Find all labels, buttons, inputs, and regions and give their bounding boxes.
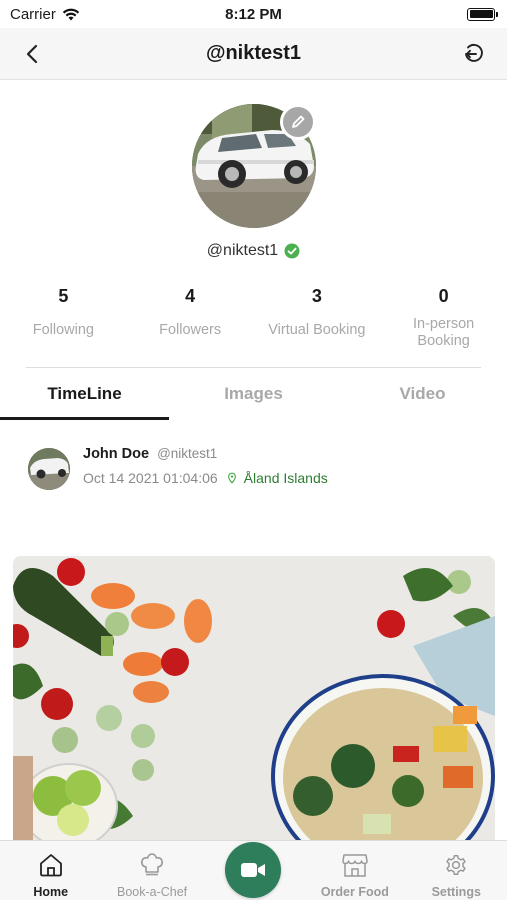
profile-tabs: TimeLine Images Video — [0, 368, 507, 420]
page-title: @niktest1 — [205, 42, 302, 64]
post-author-line: John Doe @niktest1 — [83, 446, 328, 462]
status-time: 8:12 PM — [225, 5, 282, 23]
video-call-button[interactable] — [225, 842, 281, 898]
stat-label: Virtual Booking — [268, 322, 366, 338]
profile-handle: @niktest1 — [206, 242, 279, 259]
post-header: John Doe @niktest1 Oct 14 2021 01:04:06 … — [28, 446, 328, 490]
post-author-username: @niktest1 — [157, 446, 218, 461]
stat-value: 0 — [438, 286, 449, 306]
gear-icon — [442, 851, 470, 879]
battery-icon — [467, 7, 498, 21]
tabbar-label: Order Food — [320, 885, 389, 899]
chef-hat-icon — [138, 851, 166, 879]
edit-avatar-button[interactable] — [280, 104, 316, 140]
tabbar-label: Home — [33, 885, 69, 899]
tabbar-label: Book-a-Chef — [116, 885, 188, 899]
post-timestamp: Oct 14 2021 01:04:06 — [83, 470, 218, 486]
tabbar-settings[interactable]: Settings — [406, 841, 507, 900]
stat-label: In-person Booking — [412, 316, 475, 349]
tabbar-home[interactable]: Home — [0, 841, 101, 900]
tab-video[interactable]: Video — [338, 368, 507, 420]
store-icon — [341, 851, 369, 879]
tab-images[interactable]: Images — [169, 368, 338, 420]
stat-label: Following — [32, 322, 94, 338]
stat-label: Followers — [159, 322, 222, 338]
pencil-icon — [292, 115, 305, 128]
stat-followers[interactable]: 4 Followers — [127, 284, 254, 350]
post-author-avatar[interactable] — [28, 448, 70, 490]
post-location[interactable]: Åland Islands — [244, 470, 328, 486]
stat-in-person-booking[interactable]: 0 In-person Booking — [380, 284, 507, 350]
tab-timeline[interactable]: TimeLine — [0, 368, 169, 420]
profile-handle-row: @niktest1 — [0, 242, 507, 260]
stat-value: 4 — [185, 286, 196, 306]
post-image[interactable] — [13, 556, 495, 846]
profile-stats: 5 Following 4 Followers 3 Virtual Bookin… — [0, 284, 507, 350]
logout-icon — [465, 43, 483, 62]
verified-icon — [284, 243, 300, 259]
stat-virtual-booking[interactable]: 3 Virtual Booking — [254, 284, 381, 350]
stat-value: 3 — [311, 286, 322, 306]
tabbar-order-food[interactable]: Order Food — [304, 841, 405, 900]
stat-value: 5 — [58, 286, 69, 306]
food-photo — [13, 556, 495, 846]
nav-header: @niktest1 — [0, 28, 507, 80]
chevron-left-icon — [26, 44, 38, 64]
video-camera-icon — [241, 863, 265, 877]
profile-avatar-container — [192, 104, 316, 228]
tabbar-label: Settings — [431, 885, 481, 899]
stat-following[interactable]: 5 Following — [0, 284, 127, 350]
location-pin-icon — [227, 472, 236, 484]
post-meta: John Doe @niktest1 Oct 14 2021 01:04:06 … — [83, 446, 328, 486]
status-bar: Carrier 8:12 PM — [0, 0, 507, 28]
logout-button[interactable] — [459, 40, 487, 68]
tabbar-book-a-chef[interactable]: Book-a-Chef — [101, 841, 202, 900]
home-icon — [37, 851, 65, 879]
post-info-line: Oct 14 2021 01:04:06 Åland Islands — [83, 470, 328, 486]
back-button[interactable] — [18, 40, 46, 68]
post-avatar-photo — [28, 448, 70, 490]
post-author-name[interactable]: John Doe — [83, 446, 149, 462]
